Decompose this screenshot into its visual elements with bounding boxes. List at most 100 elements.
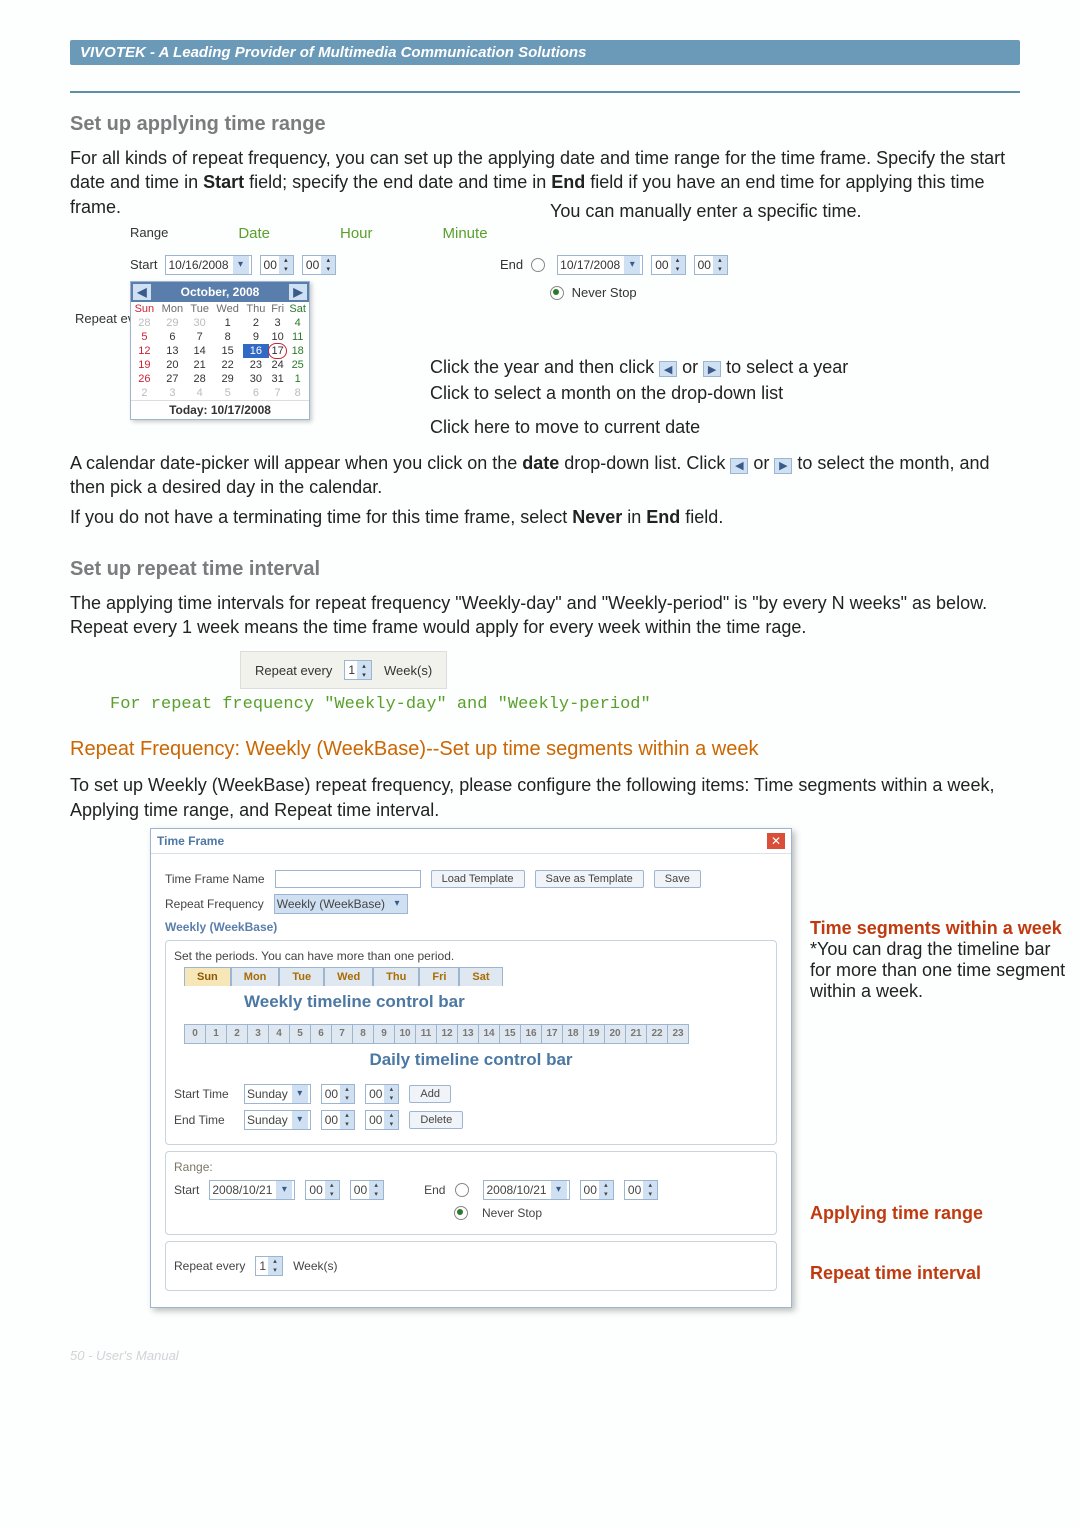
cal-day[interactable]: 21 xyxy=(187,358,212,372)
tfn-input[interactable] xyxy=(275,870,421,888)
chevron-down-icon[interactable]: ▾ xyxy=(340,1094,354,1103)
day-tab-sat[interactable]: Sat xyxy=(459,967,502,986)
hour-cell[interactable]: 14 xyxy=(478,1024,500,1044)
hour-cell[interactable]: 15 xyxy=(499,1024,521,1044)
cal-day[interactable]: 13 xyxy=(158,344,187,358)
cal-day[interactable]: 27 xyxy=(158,372,187,386)
end-minute-spinner[interactable]: 00 ▴▾ xyxy=(694,255,728,275)
cal-day[interactable]: 22 xyxy=(212,358,243,372)
cal-prev-month[interactable]: ◀ xyxy=(133,284,151,300)
chevron-up-icon[interactable]: ▴ xyxy=(321,256,335,265)
chevron-up-icon[interactable]: ▴ xyxy=(268,1257,282,1266)
delete-button[interactable]: Delete xyxy=(409,1111,463,1129)
chevron-down-icon[interactable]: ▾ xyxy=(643,1190,657,1199)
cal-day[interactable]: 28 xyxy=(187,372,212,386)
start-mm-spinner[interactable]: 00▴▾ xyxy=(365,1084,399,1104)
dlg-start-mm-spinner[interactable]: 00▴▾ xyxy=(350,1180,384,1200)
chevron-up-icon[interactable]: ▴ xyxy=(671,256,685,265)
dlg-start-hh-spinner[interactable]: 00▴▾ xyxy=(305,1180,339,1200)
cal-day[interactable]: 7 xyxy=(187,330,212,344)
cal-day[interactable]: 5 xyxy=(131,330,158,344)
cal-today-link[interactable]: Today: 10/17/2008 xyxy=(131,400,309,419)
cal-day[interactable]: 25 xyxy=(286,358,309,372)
chevron-down-icon[interactable]: ▾ xyxy=(276,1181,292,1199)
hour-cell[interactable]: 6 xyxy=(310,1024,332,1044)
chevron-down-icon[interactable]: ▾ xyxy=(384,1094,398,1103)
cal-next-month[interactable]: ▶ xyxy=(289,284,307,300)
cal-day[interactable]: 23 xyxy=(243,358,269,372)
hour-cell[interactable]: 9 xyxy=(373,1024,395,1044)
end-date-radio[interactable] xyxy=(531,258,545,272)
chevron-up-icon[interactable]: ▴ xyxy=(369,1181,383,1190)
hour-cell[interactable]: 23 xyxy=(667,1024,689,1044)
hour-cell[interactable]: 4 xyxy=(268,1024,290,1044)
hour-cell[interactable]: 8 xyxy=(352,1024,374,1044)
chevron-up-icon[interactable]: ▴ xyxy=(357,661,371,670)
cal-day[interactable]: 14 xyxy=(187,344,212,358)
cal-day[interactable]: 3 xyxy=(269,316,287,330)
day-tab-sun[interactable]: Sun xyxy=(184,967,231,986)
start-hour-spinner[interactable]: 00 ▴▾ xyxy=(260,255,294,275)
cal-day[interactable]: 4 xyxy=(286,316,309,330)
hour-cell[interactable]: 20 xyxy=(604,1024,626,1044)
chevron-up-icon[interactable]: ▴ xyxy=(643,1181,657,1190)
end-hh-spinner[interactable]: 00▴▾ xyxy=(321,1110,355,1130)
day-tab-tue[interactable]: Tue xyxy=(279,967,324,986)
chevron-down-icon[interactable]: ▾ xyxy=(357,670,371,679)
cal-day[interactable]: 6 xyxy=(158,330,187,344)
end-date-dropdown[interactable]: 10/17/2008 ▾ xyxy=(557,255,643,275)
day-tab-thu[interactable]: Thu xyxy=(373,967,419,986)
add-button[interactable]: Add xyxy=(409,1085,451,1103)
never-stop-radio[interactable] xyxy=(550,286,564,300)
hour-cell[interactable]: 7 xyxy=(331,1024,353,1044)
chevron-down-icon[interactable]: ▾ xyxy=(321,265,335,274)
chevron-down-icon[interactable]: ▾ xyxy=(599,1190,613,1199)
hour-cell[interactable]: 19 xyxy=(583,1024,605,1044)
save-button[interactable]: Save xyxy=(654,870,701,888)
chevron-down-icon[interactable]: ▾ xyxy=(384,1120,398,1129)
cal-day[interactable]: 5 xyxy=(212,386,243,400)
cal-day[interactable]: 31 xyxy=(269,372,287,386)
chevron-down-icon[interactable]: ▾ xyxy=(713,265,727,274)
cal-day[interactable]: 24 xyxy=(269,358,287,372)
cal-day-today[interactable]: 17 xyxy=(269,344,287,358)
hour-cell[interactable]: 2 xyxy=(226,1024,248,1044)
chevron-up-icon[interactable]: ▴ xyxy=(384,1111,398,1120)
end-hour-spinner[interactable]: 00 ▴▾ xyxy=(651,255,685,275)
dlg-end-mm-spinner[interactable]: 00▴▾ xyxy=(624,1180,658,1200)
hour-cell[interactable]: 17 xyxy=(541,1024,563,1044)
cal-day[interactable]: 30 xyxy=(243,372,269,386)
repeat-every-spinner[interactable]: 1 ▴▾ xyxy=(344,660,372,680)
chevron-down-icon[interactable]: ▾ xyxy=(551,1181,567,1199)
cal-day[interactable]: 19 xyxy=(131,358,158,372)
hour-cell[interactable]: 10 xyxy=(394,1024,416,1044)
chevron-up-icon[interactable]: ▴ xyxy=(325,1181,339,1190)
chevron-down-icon[interactable]: ▾ xyxy=(671,265,685,274)
cal-day[interactable]: 29 xyxy=(158,316,187,330)
save-as-template-button[interactable]: Save as Template xyxy=(535,870,644,888)
chevron-up-icon[interactable]: ▴ xyxy=(713,256,727,265)
cal-day[interactable]: 2 xyxy=(243,316,269,330)
hour-timeline[interactable]: 01234567891011121314151617181920212223 xyxy=(184,1024,758,1044)
dlg-never-stop-radio[interactable] xyxy=(454,1206,468,1220)
cal-day[interactable]: 9 xyxy=(243,330,269,344)
chevron-down-icon[interactable]: ▾ xyxy=(369,1190,383,1199)
hour-cell[interactable]: 13 xyxy=(457,1024,479,1044)
cal-day[interactable]: 4 xyxy=(187,386,212,400)
chevron-down-icon[interactable]: ▾ xyxy=(292,1085,308,1103)
day-tab-fri[interactable]: Fri xyxy=(419,967,459,986)
cal-day[interactable]: 6 xyxy=(243,386,269,400)
chevron-down-icon[interactable]: ▾ xyxy=(325,1190,339,1199)
hour-cell[interactable]: 21 xyxy=(625,1024,647,1044)
dlg-start-date-dropdown[interactable]: 2008/10/21▾ xyxy=(209,1180,295,1200)
cal-day-selected[interactable]: 16 xyxy=(243,344,269,358)
cal-day[interactable]: 2 xyxy=(131,386,158,400)
start-hh-spinner[interactable]: 00▴▾ xyxy=(321,1084,355,1104)
cal-day[interactable]: 15 xyxy=(212,344,243,358)
day-tab-mon[interactable]: Mon xyxy=(231,967,280,986)
cal-day[interactable]: 8 xyxy=(212,330,243,344)
start-minute-spinner[interactable]: 00 ▴▾ xyxy=(302,255,336,275)
chevron-down-icon[interactable]: ▾ xyxy=(279,265,293,274)
chevron-up-icon[interactable]: ▴ xyxy=(340,1111,354,1120)
chevron-up-icon[interactable]: ▴ xyxy=(279,256,293,265)
